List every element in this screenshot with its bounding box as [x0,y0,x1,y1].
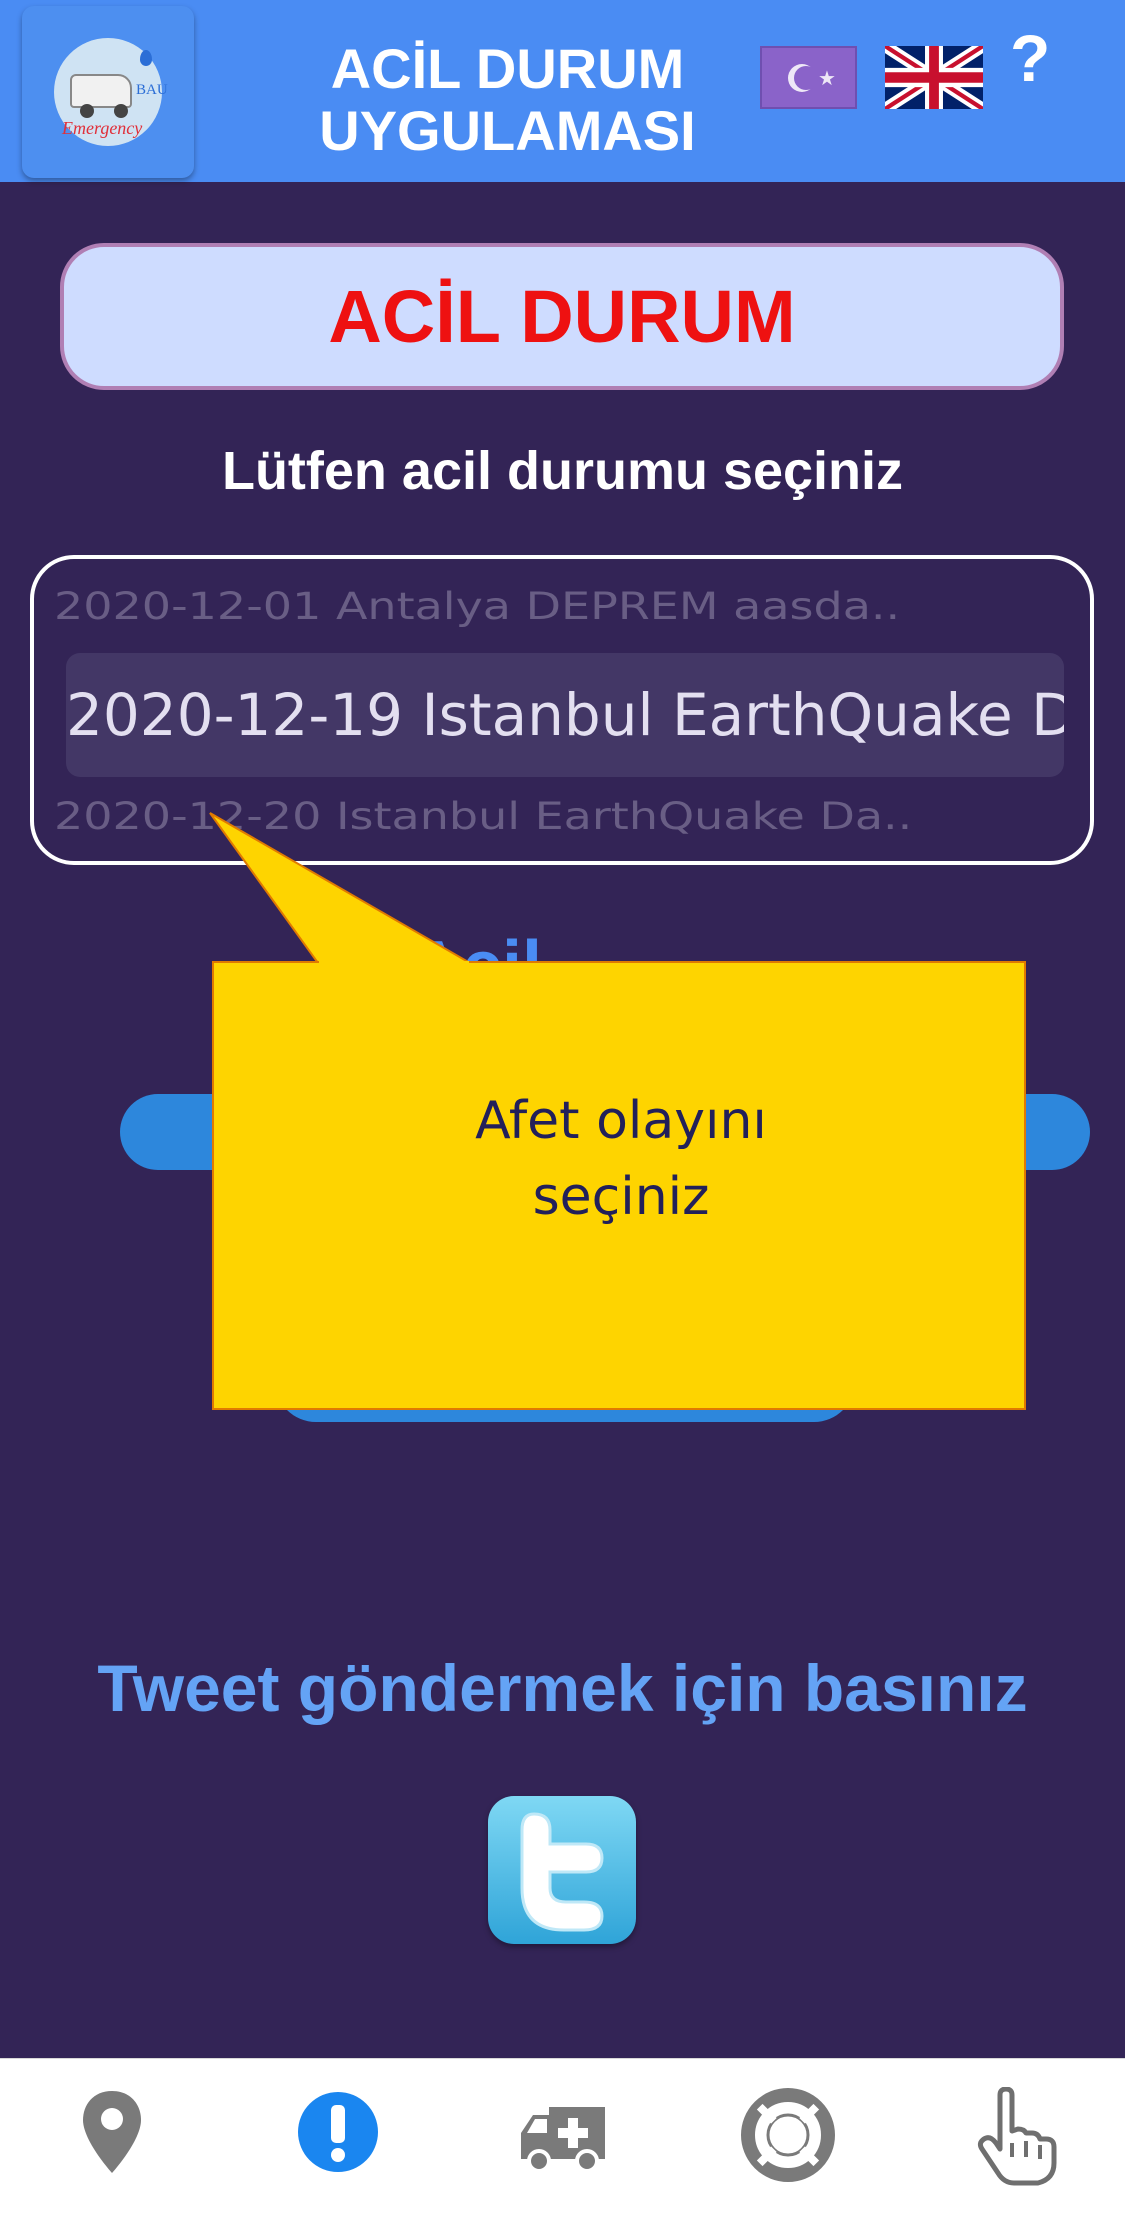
tab-ambulance[interactable] [503,2087,623,2187]
callout-text-line1: Afet olayını [475,1091,767,1151]
callout-tooltip: Afet olayını seçiniz [212,961,1026,1410]
bottom-tab-bar [0,2058,1125,2217]
tab-help-lifebuoy[interactable] [728,2087,848,2187]
location-pin-icon [83,2091,141,2173]
tab-gesture[interactable] [955,2087,1075,2187]
callout-text: Afet olayını seçiniz [214,1083,1028,1235]
twitter-t-icon [520,1812,604,1932]
pointing-hand-icon [977,2087,1057,2186]
exclamation-icon [298,2092,378,2172]
tab-location[interactable] [52,2087,172,2187]
callout-text-line2: seçiniz [532,1167,710,1227]
tab-emergency[interactable] [278,2087,398,2187]
twitter-button[interactable] [488,1796,636,1944]
tweet-prompt: Tweet göndermek için basınız [97,1651,1028,1725]
ambulance-icon [521,2107,605,2173]
lifebuoy-icon [741,2088,835,2182]
